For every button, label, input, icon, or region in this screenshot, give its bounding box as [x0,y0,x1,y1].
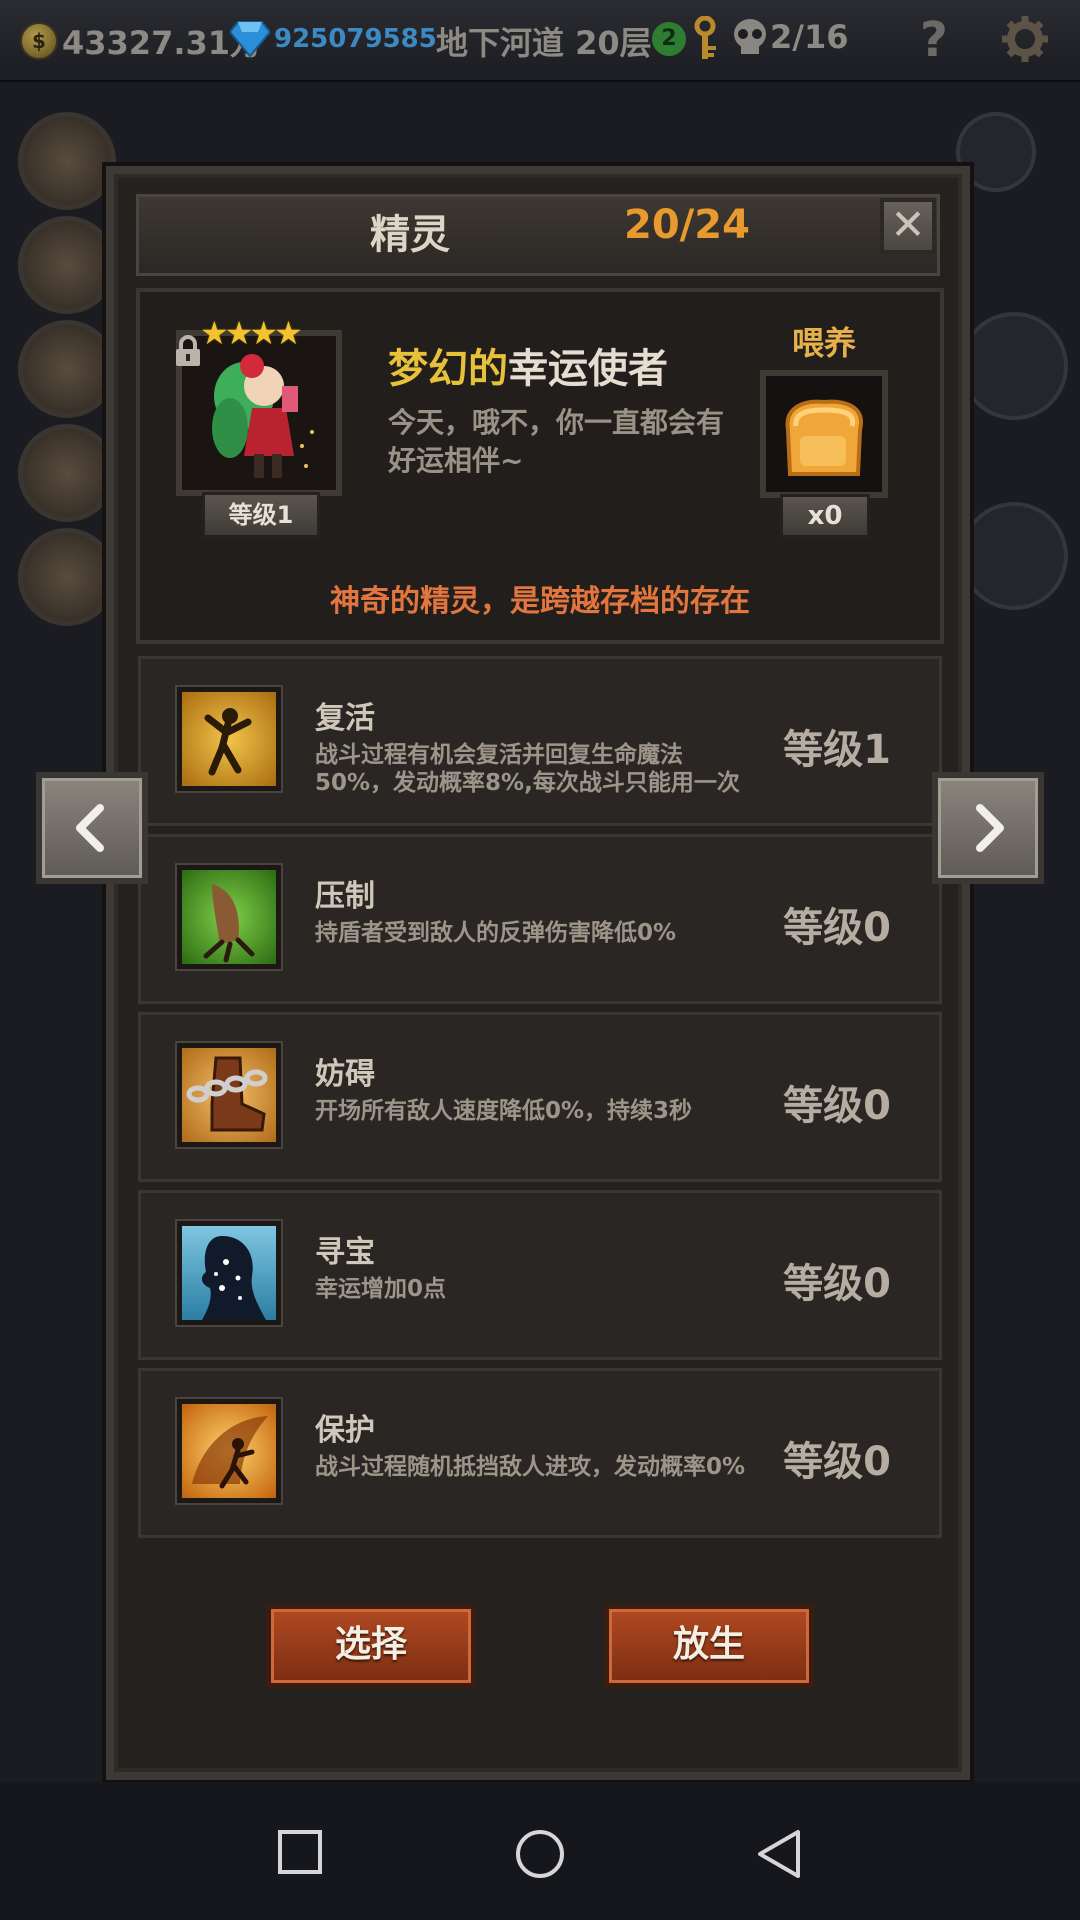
claw-icon [177,865,281,969]
skill-level: 等级0 [783,905,891,951]
chevron-left-icon [76,804,104,852]
skill-description: 战斗过程随机抵挡敌人进攻，发动概率0% [315,1454,746,1480]
floor-label: 地下河道 20层 [436,24,652,62]
skill-level: 等级0 [783,1439,891,1485]
map-node [960,502,1068,610]
hero-portrait [18,216,116,314]
feed-label: 喂养 [792,324,857,362]
spirit-count: 20/24 [624,202,750,248]
feed-count: x0 [780,494,870,538]
bread-icon [785,399,863,476]
key-icon [692,15,718,66]
skill-level: 等级0 [783,1083,891,1129]
spirit-description: 今天，哦不，你一直都会有好运相伴~ [388,406,725,477]
skill-name: 复活 [315,701,375,736]
hero-portrait [18,528,116,626]
skill-level: 等级1 [783,727,891,773]
skill-list: 复活 战斗过程有机会复活并回复生命魔法50%，发动概率8%,每次战斗只能用一次 … [138,656,942,1546]
skill-level: 等级0 [783,1261,891,1307]
status-bar: $ 43327.31万 925079585 地下河道 20层 2 2/16 ? [0,0,1080,82]
system-navigation-bar [0,1782,1080,1920]
spirit-name-suffix: 幸运使者 [508,346,668,392]
skill-row-protect[interactable]: 保护 战斗过程随机抵挡敌人进攻，发动概率0% 等级0 [138,1368,942,1538]
dialog-title: 精灵 [370,212,450,258]
fairy-icon [177,1399,281,1503]
previous-spirit-button[interactable] [36,772,148,884]
skull-icon [732,18,768,62]
skill-description: 战斗过程有机会复活并回复生命魔法50%，发动概率8%,每次战斗只能用一次 [315,742,740,796]
star-rating: ★★★★ [200,314,303,352]
close-button[interactable]: ✕ [880,198,936,254]
dialog-header [136,194,940,276]
spirit-notice: 神奇的精灵，是跨越存档的存在 [330,584,750,619]
gem-amount: 925079585 [274,24,437,54]
skill-row-hinder[interactable]: 妨碍 开场所有敌人速度降低0%，持续3秒 等级0 [138,1012,942,1182]
chained-boot-icon [177,1043,281,1147]
back-icon[interactable] [756,1828,804,1880]
spirit-name-prefix: 梦幻的 [388,346,508,392]
skill-description: 持盾者受到敌人的反弹伤害降低0% [315,920,677,946]
help-button[interactable]: ? [920,12,948,68]
select-button[interactable]: 选择 [266,1604,476,1688]
map-node [960,312,1068,420]
gear-icon[interactable] [1000,14,1050,68]
skill-row-treasure[interactable]: 寻宝 幸运增加0点 等级0 [138,1190,942,1360]
skill-description: 幸运增加0点 [315,1276,447,1302]
release-button[interactable]: 放生 [604,1604,814,1688]
hero-portrait [18,424,116,522]
spirit-name: 梦幻的幸运使者 [388,336,668,394]
hero-portrait [18,112,116,210]
feed-item-slot[interactable] [760,370,888,498]
home-icon[interactable] [514,1828,566,1880]
skill-name: 妨碍 [315,1057,375,1092]
skill-name: 压制 [315,879,375,914]
recent-apps-icon[interactable] [276,1828,324,1876]
skull-count: 2/16 [770,18,849,56]
chevron-right-icon [976,804,1004,852]
skill-row-suppress[interactable]: 压制 持盾者受到敌人的反弹伤害降低0% 等级0 [138,834,942,1004]
next-spirit-button[interactable] [932,772,1044,884]
spirit-level-badge: 等级1 [202,492,320,538]
lock-icon[interactable] [174,334,202,372]
skill-name: 寻宝 [315,1235,375,1270]
dancer-icon [177,687,281,791]
skill-name: 保护 [315,1413,375,1448]
hero-portrait [18,320,116,418]
skill-row-revive[interactable]: 复活 战斗过程有机会复活并回复生命魔法50%，发动概率8%,每次战斗只能用一次 … [138,656,942,826]
skill-description: 开场所有敌人速度降低0%，持续3秒 [315,1098,693,1124]
key-count-badge: 2 [652,22,686,56]
gold-coin-icon: $ [20,22,58,60]
spirit-character-image [182,336,336,490]
sparkle-silhouette-icon [177,1221,281,1325]
